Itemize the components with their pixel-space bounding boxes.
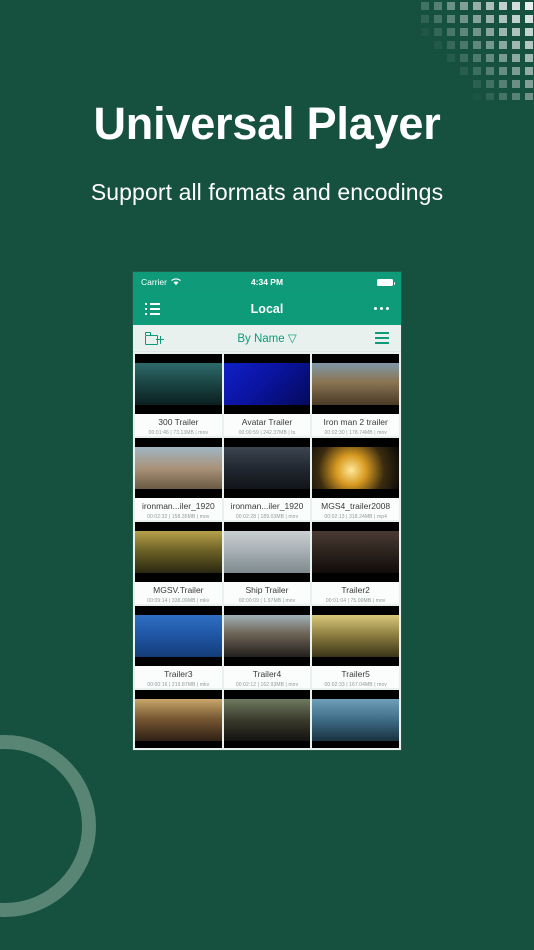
video-grid-item[interactable]: Trailer3 00:00:16 | 219.87MB | mkv	[135, 606, 222, 688]
thumbnail-artwork	[223, 447, 311, 489]
thumbnail-artwork	[223, 615, 311, 657]
video-thumbnail	[312, 438, 399, 498]
hamburger-menu-icon[interactable]	[375, 332, 389, 344]
nav-bar: Local	[133, 292, 401, 325]
thumbnail-artwork	[135, 363, 222, 405]
thumbnail-artwork	[223, 363, 311, 405]
video-meta: 00:02:12 | 162.93MB | mov	[235, 681, 299, 688]
video-meta: 00:01:46 | 73.13MB | mov	[148, 429, 209, 436]
video-meta: 00:00:59 | 242.37MB | ts	[238, 429, 296, 436]
thumbnail-artwork	[312, 699, 399, 741]
video-caption: Avatar Trailer 00:00:59 | 242.37MB | ts	[223, 414, 311, 436]
thumbnail-artwork	[312, 615, 399, 657]
video-thumbnail	[312, 522, 399, 582]
thumbnail-artwork	[135, 615, 222, 657]
video-caption: MGSV.Trailer 00:09:14 | 338.09MB | mkv	[135, 582, 222, 604]
video-thumbnail	[135, 522, 222, 582]
video-thumbnail	[135, 606, 222, 666]
video-caption: Ship Trailer 00:00:09 | 1.97MB | mov	[223, 582, 311, 604]
video-caption: Trailer4 00:02:12 | 162.93MB | mov	[223, 666, 311, 688]
video-meta: 00:02:32 | 158.35MB | mov	[147, 513, 210, 520]
status-bar-right	[377, 278, 395, 286]
page-title: Universal Player	[93, 98, 441, 149]
video-title: Ship Trailer	[245, 585, 289, 595]
video-grid-item[interactable]: Ship Trailer 00:00:09 | 1.97MB | mov	[223, 522, 311, 604]
video-caption: MGS4_trailer2008 00:02:13 | 318.24MB | mp…	[312, 498, 399, 520]
video-grid-item[interactable]: Trailer5 00:02:33 | 167.04MB | mov	[312, 606, 399, 688]
video-title: MGSV.Trailer	[153, 585, 204, 595]
video-grid-item[interactable]: MGS4_trailer2008 00:02:13 | 318.24MB | mp…	[312, 438, 399, 520]
video-meta: 00:02:28 | 189.03MB | mov	[235, 513, 299, 520]
video-meta: 00:02:30 | 178.74MB | mov	[324, 429, 387, 436]
video-thumbnail	[223, 354, 311, 414]
video-grid-item[interactable]: MGSV.Trailer 00:09:14 | 338.09MB | mkv	[135, 522, 222, 604]
video-caption: Trailer3 00:00:16 | 219.87MB | mkv	[135, 666, 222, 688]
thumbnail-artwork	[223, 531, 311, 573]
video-grid-item[interactable]: Avatar Trailer 00:00:59 | 242.37MB | ts	[223, 354, 311, 436]
video-meta: 00:01:04 | 75.00MB | mov	[325, 597, 386, 604]
video-meta: 00:00:09 | 1.97MB | mov	[238, 597, 296, 604]
status-bar-clock: 4:34 PM	[250, 277, 284, 287]
video-thumbnail	[223, 438, 311, 498]
video-thumbnail	[223, 522, 311, 582]
video-title: MGS4_trailer2008	[321, 501, 391, 511]
video-thumbnail	[223, 606, 311, 666]
video-caption: 300 Trailer 00:01:46 | 73.13MB | mov	[135, 414, 222, 436]
thumbnail-artwork	[135, 447, 222, 489]
video-meta: 00:09:14 | 338.09MB | mkv	[147, 597, 210, 604]
video-thumbnail	[135, 354, 222, 414]
video-title: ironman...iler_1920	[230, 501, 304, 511]
video-thumbnail	[135, 690, 222, 748]
video-thumbnail	[312, 354, 399, 414]
video-title: 300 Trailer	[158, 417, 199, 427]
thumbnail-artwork	[312, 447, 399, 489]
video-grid-item[interactable]: ironman...iler_1920 00:02:32 | 158.35MB |…	[135, 438, 222, 520]
phone-mockup: Carrier 4:34 PM Local By Name ▽ 300 Trai…	[133, 272, 401, 750]
video-thumbnail	[312, 690, 399, 748]
sort-toolbar: By Name ▽	[133, 325, 401, 352]
status-bar: Carrier 4:34 PM	[133, 272, 401, 292]
hero-text-block: Universal Player Support all formats and…	[0, 100, 534, 206]
video-caption: Trailer2 00:01:04 | 75.00MB | mov	[312, 582, 399, 604]
circle-outline-decoration	[0, 735, 96, 917]
video-title: Trailer4	[252, 669, 282, 679]
video-meta: 00:02:13 | 318.24MB | mp4	[324, 513, 387, 520]
video-grid: 300 Trailer 00:01:46 | 73.13MB | mov Avata…	[133, 352, 401, 750]
video-title: Trailer2	[341, 585, 370, 595]
video-meta: 00:02:33 | 167.04MB | mov	[324, 681, 387, 688]
battery-full-icon	[377, 278, 395, 286]
video-grid-item[interactable]: 300 Trailer 00:01:46 | 73.13MB | mov	[135, 354, 222, 436]
video-grid-item[interactable]	[135, 690, 222, 748]
video-thumbnail	[312, 606, 399, 666]
video-grid-item[interactable]: Trailer4 00:02:12 | 162.93MB | mov	[223, 606, 311, 688]
video-thumbnail	[135, 438, 222, 498]
thumbnail-artwork	[135, 531, 222, 573]
thumbnail-artwork	[312, 363, 399, 405]
video-grid-item[interactable]	[312, 690, 399, 748]
sort-by-button[interactable]: By Name ▽	[133, 331, 401, 345]
video-title: Iron man 2 trailer	[323, 417, 388, 427]
more-options-icon[interactable]	[374, 307, 389, 310]
video-grid-item[interactable]: ironman...iler_1920 00:02:28 | 189.03MB |…	[223, 438, 311, 520]
video-title: Avatar Trailer	[241, 417, 293, 427]
video-title: Trailer3	[164, 669, 193, 679]
video-caption: ironman...iler_1920 00:02:32 | 158.35MB |…	[135, 498, 222, 520]
thumbnail-artwork	[135, 699, 222, 741]
video-meta: 00:00:16 | 219.87MB | mkv	[147, 681, 210, 688]
video-caption: ironman...iler_1920 00:02:28 | 189.03MB |…	[223, 498, 311, 520]
video-grid-item[interactable]: Iron man 2 trailer 00:02:30 | 178.74MB | …	[312, 354, 399, 436]
video-title: ironman...iler_1920	[141, 501, 215, 511]
video-title: Trailer5	[341, 669, 370, 679]
video-grid-item[interactable]	[223, 690, 311, 748]
dot-grid-decoration	[421, 2, 533, 100]
page-subtitle: Support all formats and encodings	[90, 179, 444, 206]
thumbnail-artwork	[312, 531, 399, 573]
thumbnail-artwork	[223, 699, 311, 741]
video-grid-item[interactable]: Trailer2 00:01:04 | 75.00MB | mov	[312, 522, 399, 604]
video-caption: Trailer5 00:02:33 | 167.04MB | mov	[312, 666, 399, 688]
video-caption: Iron man 2 trailer 00:02:30 | 178.74MB | …	[312, 414, 399, 436]
video-thumbnail	[223, 690, 311, 748]
nav-title: Local	[250, 301, 284, 316]
